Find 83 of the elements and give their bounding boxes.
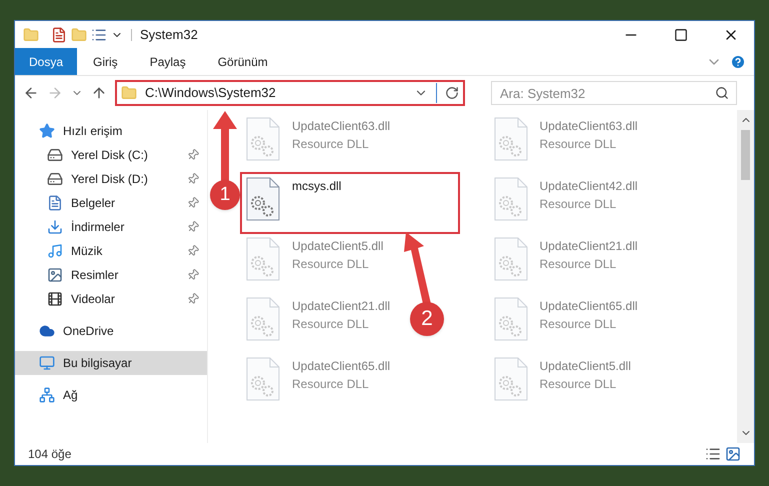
- sidebar-item[interactable]: Belgeler: [15, 191, 207, 215]
- file-item[interactable]: UpdateClient5.dll Resource DLL: [242, 234, 388, 292]
- sidebar-item[interactable]: İndirmeler: [15, 215, 207, 239]
- file-type: Resource DLL: [540, 376, 618, 393]
- sidebar-item[interactable]: Yerel Disk (C:): [15, 143, 207, 167]
- file-name: UpdateClient21.dll: [540, 238, 638, 255]
- window-title: System32: [140, 26, 198, 44]
- file-type: Resource DLL: [540, 316, 618, 333]
- file-type: Resource DLL: [540, 256, 618, 273]
- file-item[interactable]: UpdateClient63.dll Resource DLL: [490, 114, 642, 172]
- file-name: UpdateClient42.dll: [540, 178, 638, 195]
- sidebar-item[interactable]: Hızlı erişim: [15, 119, 207, 143]
- drive-icon: [47, 147, 63, 163]
- download-icon: [47, 219, 63, 235]
- properties-icon[interactable]: [51, 26, 67, 42]
- sidebar-item[interactable]: Resimler: [15, 263, 207, 287]
- picture-icon: [47, 267, 63, 283]
- gear-file-icon: [246, 177, 280, 221]
- back-icon[interactable]: [23, 85, 39, 101]
- drive-icon: [47, 171, 63, 187]
- sidebar-item[interactable]: Videolar: [15, 287, 207, 311]
- file-name: UpdateClient21.dll: [292, 298, 390, 315]
- file-item[interactable]: UpdateClient65.dll Resource DLL: [242, 354, 394, 412]
- refresh-icon[interactable]: [445, 86, 459, 100]
- gear-file-icon: [246, 117, 280, 161]
- gear-file-icon: [246, 297, 280, 341]
- sidebar-item[interactable]: Yerel Disk (D:): [15, 167, 207, 191]
- file-name: UpdateClient65.dll: [540, 298, 638, 315]
- ribbon-tab[interactable]: Görünüm: [202, 48, 284, 75]
- large-icons-view-icon[interactable]: [725, 446, 741, 462]
- file-item[interactable]: UpdateClient65.dll Resource DLL: [490, 294, 642, 352]
- gear-file-icon: [494, 177, 528, 221]
- sidebar-item[interactable]: Ağ: [15, 383, 207, 407]
- file-name: UpdateClient63.dll: [540, 118, 638, 135]
- star-icon: [39, 123, 55, 139]
- help-icon[interactable]: [730, 54, 746, 70]
- computer-icon: [39, 355, 55, 371]
- scrollbar[interactable]: [737, 110, 754, 443]
- view-options-icon[interactable]: [91, 26, 107, 42]
- sidebar-item[interactable]: Bu bilgisayar: [15, 351, 207, 375]
- ribbon-tab[interactable]: Giriş: [77, 48, 134, 75]
- file-name: UpdateClient5.dll: [292, 238, 384, 255]
- file-name: UpdateClient65.dll: [292, 358, 390, 375]
- gear-file-icon: [494, 357, 528, 401]
- ribbon-tab[interactable]: Dosya: [15, 48, 78, 75]
- file-item[interactable]: UpdateClient42.dll Resource DLL: [490, 174, 642, 232]
- film-icon: [47, 291, 63, 307]
- music-note-icon: [47, 243, 63, 259]
- document-icon: [47, 195, 63, 211]
- up-icon[interactable]: [91, 85, 107, 101]
- file-name: UpdateClient63.dll: [292, 118, 390, 135]
- cloud-icon: [39, 323, 55, 339]
- file-type: Resource DLL: [540, 196, 618, 213]
- annotation-arrow: [213, 111, 237, 181]
- file-type: Resource DLL: [540, 136, 618, 153]
- gear-file-icon: [494, 237, 528, 281]
- item-count: 104 öğe: [28, 446, 72, 463]
- search-field[interactable]: Ara: System32: [491, 81, 737, 105]
- file-item[interactable]: UpdateClient63.dll Resource DLL: [242, 114, 394, 172]
- gear-file-icon: [494, 117, 528, 161]
- search-icon[interactable]: [715, 86, 729, 100]
- file-type: Resource DLL: [292, 256, 370, 273]
- address-field[interactable]: C:\Windows\System32: [115, 80, 465, 106]
- file-item[interactable]: UpdateClient21.dll Resource DLL: [490, 234, 642, 292]
- file-type: Resource DLL: [292, 136, 370, 153]
- file-item[interactable]: UpdateClient21.dll Resource DLL: [242, 294, 394, 352]
- gear-file-icon: [246, 237, 280, 281]
- file-name: UpdateClient5.dll: [540, 358, 631, 375]
- ribbon-tab[interactable]: Paylaş: [134, 48, 202, 75]
- annotation-arrow: [404, 232, 432, 304]
- file-type: Resource DLL: [292, 376, 370, 393]
- folder-icon: [121, 85, 137, 101]
- maximize-icon[interactable]: [674, 28, 688, 42]
- gear-file-icon: [494, 297, 528, 341]
- file-item[interactable]: UpdateClient5.dll Resource DLL: [490, 354, 635, 412]
- file-name: mcsys.dll: [292, 178, 342, 195]
- sidebar-item[interactable]: OneDrive: [15, 319, 207, 343]
- gear-file-icon: [246, 357, 280, 401]
- file-type: Resource DLL: [292, 316, 370, 333]
- network-icon: [39, 387, 55, 403]
- sidebar-item[interactable]: Müzik: [15, 239, 207, 263]
- scrollbar-thumb[interactable]: [741, 130, 750, 180]
- details-view-icon[interactable]: [705, 446, 721, 462]
